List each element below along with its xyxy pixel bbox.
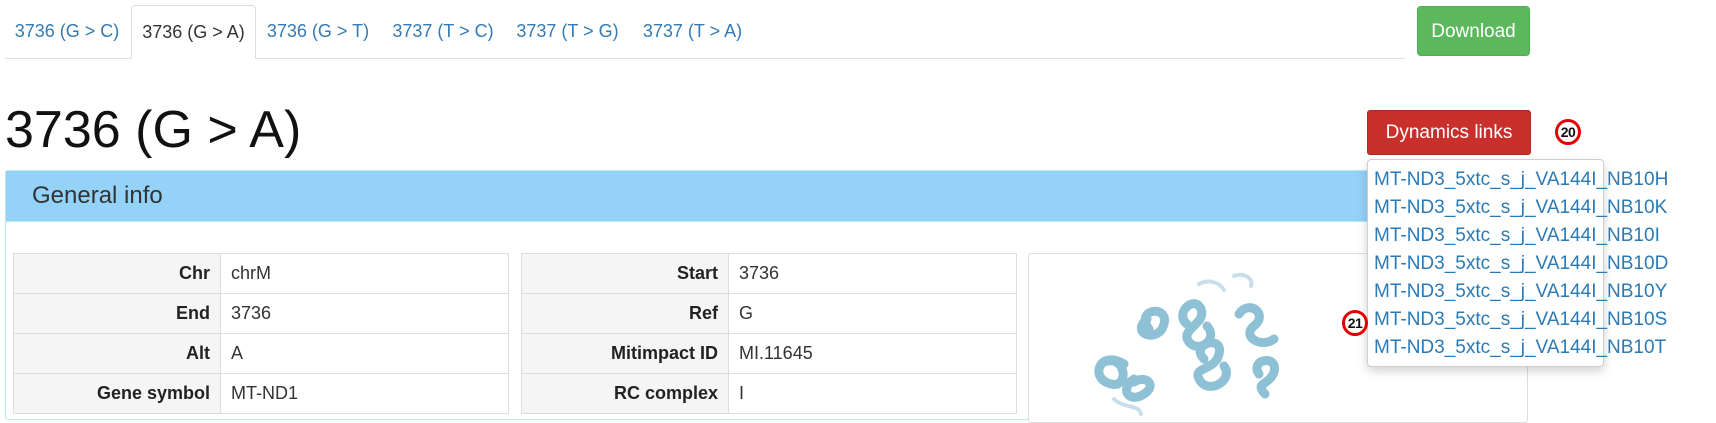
field-value: 3736 (220, 293, 509, 334)
field-value: G (728, 293, 1017, 334)
variant-tabs: 3736 (G > C) 3736 (G > A) 3736 (G > T) 3… (5, 5, 1405, 59)
field-value: I (728, 373, 1017, 414)
field-label: Ref (521, 293, 729, 334)
field-label: Chr (13, 253, 221, 294)
tab-3736-g-t[interactable]: 3736 (G > T) (256, 5, 380, 58)
dynamics-link-nb10h[interactable]: MT-ND3_5xtc_s_j_VA144I_NB10H (1368, 166, 1668, 194)
tab-3736-g-a[interactable]: 3736 (G > A) (131, 5, 256, 59)
field-label: Gene symbol (13, 373, 221, 414)
field-value: 3736 (728, 253, 1017, 294)
table-row: Start 3736 (521, 253, 1017, 294)
general-info-table-left: Chr chrM End 3736 Alt A Gene symbol MT-N… (13, 253, 509, 414)
general-info-table-middle: Start 3736 Ref G Mitimpact ID MI.11645 R… (521, 253, 1017, 414)
tab-3737-t-a[interactable]: 3737 (T > A) (630, 5, 755, 58)
field-label: Alt (13, 333, 221, 374)
dynamics-link-nb10k[interactable]: MT-ND3_5xtc_s_j_VA144I_NB10K (1368, 194, 1667, 222)
annotation-marker-21: 21 (1342, 310, 1368, 336)
field-value: chrM (220, 253, 509, 294)
field-label: Start (521, 253, 729, 294)
dynamics-link-nb10t[interactable]: MT-ND3_5xtc_s_j_VA144I_NB10T (1368, 334, 1666, 362)
table-row: Ref G (521, 293, 1017, 334)
dynamics-links-button[interactable]: Dynamics links (1367, 110, 1531, 155)
table-row: Alt A (13, 333, 509, 374)
table-row: End 3736 (13, 293, 509, 334)
panel-title: General info (6, 171, 1522, 222)
tab-3737-t-c[interactable]: 3737 (T > C) (381, 5, 505, 58)
download-button[interactable]: Download (1417, 6, 1530, 56)
field-value: MT-ND1 (220, 373, 509, 414)
dynamics-link-nb10y[interactable]: MT-ND3_5xtc_s_j_VA144I_NB10Y (1368, 278, 1667, 306)
dynamics-link-nb10i[interactable]: MT-ND3_5xtc_s_j_VA144I_NB10I (1368, 222, 1660, 250)
tab-3736-g-c[interactable]: 3736 (G > C) (5, 5, 129, 58)
table-row: Chr chrM (13, 253, 509, 294)
field-label: RC complex (521, 373, 729, 414)
table-row: Gene symbol MT-ND1 (13, 373, 509, 414)
page-title: 3736 (G > A) (5, 101, 302, 159)
dynamics-link-nb10d[interactable]: MT-ND3_5xtc_s_j_VA144I_NB10D (1368, 250, 1668, 278)
field-label: Mitimpact ID (521, 333, 729, 374)
field-value: MI.11645 (728, 333, 1017, 374)
dynamics-link-nb10s[interactable]: MT-ND3_5xtc_s_j_VA144I_NB10S (1368, 306, 1667, 334)
field-label: End (13, 293, 221, 334)
dynamics-links-dropdown: MT-ND3_5xtc_s_j_VA144I_NB10H MT-ND3_5xtc… (1367, 159, 1668, 367)
field-value: A (220, 333, 509, 374)
annotation-marker-20: 20 (1555, 119, 1581, 145)
tab-3737-t-g[interactable]: 3737 (T > G) (505, 5, 630, 58)
table-row: RC complex I (521, 373, 1017, 414)
table-row: Mitimpact ID MI.11645 (521, 333, 1017, 374)
